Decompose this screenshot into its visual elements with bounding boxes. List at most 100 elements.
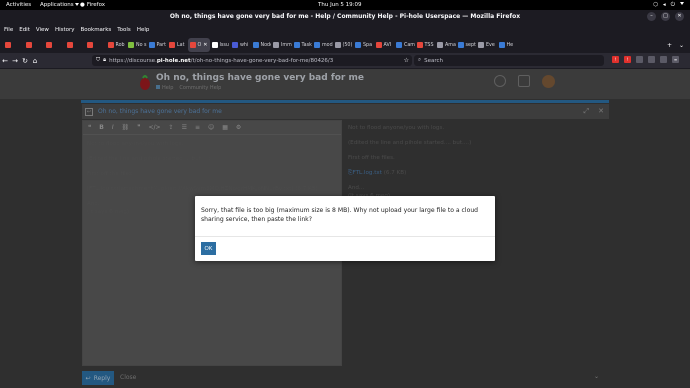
browser-tab[interactable]	[3, 38, 24, 52]
browser-tab[interactable]: Lat	[167, 38, 188, 52]
browser-tab[interactable]: Spa	[353, 38, 374, 52]
applications-menu[interactable]: Applications	[40, 2, 80, 8]
extension-icon[interactable]: !	[624, 56, 631, 63]
favicon-icon	[375, 42, 382, 48]
maximize-button[interactable]: □	[661, 12, 670, 21]
favicon-icon	[5, 42, 11, 48]
url-bar[interactable]: ⛉ 🔒︎ https://discourse.pi-hole.net/t/oh-…	[92, 55, 412, 66]
network-icon: ⬡	[653, 1, 658, 8]
tab-strip: RobNo sPartLatO✕ Issu whiNode Imm Taskmod (50…	[0, 37, 690, 53]
list-all-tabs-icon[interactable]: ⌄	[679, 42, 684, 49]
clock[interactable]: Thu Jun 5 19:09	[318, 2, 362, 8]
browser-tab[interactable]: He	[497, 38, 518, 52]
extension-icon[interactable]: !	[612, 56, 619, 63]
tab-label: sept	[465, 42, 476, 48]
app-name: Firefox	[86, 2, 106, 8]
browser-tab[interactable]: Imm	[271, 38, 292, 52]
dialog-divider	[195, 236, 495, 237]
browser-tab[interactable]	[44, 38, 65, 52]
app-indicator[interactable]: ● Firefox	[80, 2, 105, 8]
shield-icon[interactable]: ⛉	[96, 57, 100, 64]
favicon-icon	[437, 42, 443, 48]
browser-tab[interactable]: O ✕	[187, 38, 210, 52]
browser-tab[interactable]: Node	[251, 38, 271, 52]
menu-help[interactable]: Help	[137, 27, 150, 33]
menu-bookmarks[interactable]: Bookmarks	[81, 27, 112, 33]
menu-file[interactable]: File	[4, 27, 13, 33]
favicon-icon	[252, 42, 259, 48]
browser-tab[interactable]: Cam	[394, 38, 415, 52]
applications-label: Applications	[40, 2, 74, 8]
browser-tab[interactable]	[65, 38, 86, 52]
tab-label: (50)	[342, 42, 353, 48]
menu-view[interactable]: View	[36, 27, 49, 33]
minimize-button[interactable]: –	[647, 12, 656, 21]
close-tab-icon[interactable]: ✕	[203, 42, 207, 48]
back-button[interactable]: ←	[0, 57, 10, 65]
activities-button[interactable]: Activities	[6, 2, 31, 8]
browser-tab[interactable]: whi	[230, 38, 251, 52]
favicon-icon	[314, 42, 320, 48]
forward-button[interactable]: →	[10, 57, 20, 65]
new-tab-icon[interactable]: +	[667, 42, 672, 49]
favicon-icon	[148, 42, 155, 48]
tab-label: Task	[301, 42, 312, 48]
favicon-icon	[498, 42, 505, 48]
browser-tab[interactable]: Rob	[106, 38, 127, 52]
ok-button[interactable]: OK	[201, 242, 216, 255]
browser-tab[interactable]	[85, 38, 106, 52]
favicon-icon	[334, 42, 341, 48]
browser-tab[interactable]: sept	[456, 38, 477, 52]
close-window-button[interactable]: ✕	[675, 12, 684, 21]
menu-history[interactable]: History	[55, 27, 75, 33]
browser-tab[interactable]: No s	[126, 38, 147, 52]
tab-label: Eve	[486, 42, 495, 48]
tab-label: Ama	[445, 42, 456, 48]
browser-tab[interactable]: Ama	[435, 38, 456, 52]
browser-tab[interactable]	[24, 38, 45, 52]
favicon-icon	[211, 42, 218, 48]
hamburger-menu-icon[interactable]: ≡	[672, 56, 679, 63]
tab-label: Issu	[219, 42, 229, 48]
favicon-icon	[87, 42, 93, 48]
tab-label: Spa	[363, 42, 373, 48]
tab-label: AVI	[383, 42, 392, 48]
search-placeholder: Search	[424, 57, 443, 64]
lock-icon[interactable]: 🔒︎	[103, 57, 106, 64]
menu-edit[interactable]: Edit	[19, 27, 30, 33]
tab-label: TSS	[424, 42, 434, 48]
tab-label: whi	[240, 42, 249, 48]
search-input[interactable]: ⌕ Search	[414, 55, 604, 66]
window-title: Oh no, things have gone very bad for me …	[169, 13, 521, 20]
favicon-icon	[457, 42, 464, 48]
navigation-toolbar: ← → ↻ ⌂ ⛉ 🔒︎ https://discourse.pi-hole.n…	[0, 53, 690, 68]
favicon-icon	[416, 42, 423, 48]
firefox-icon: ●	[80, 2, 85, 8]
extension-icon[interactable]	[636, 56, 643, 63]
favicon-icon	[478, 42, 484, 48]
menu-tools[interactable]: Tools	[117, 27, 131, 33]
bookmark-star-icon[interactable]: ☆	[404, 57, 412, 64]
favicon-icon	[66, 42, 73, 48]
browser-tab[interactable]: Task	[292, 38, 313, 52]
browser-tab[interactable]: Eve	[476, 38, 497, 52]
browser-tab[interactable]: Part	[147, 38, 168, 52]
menu-bar: File Edit View History Bookmarks Tools H…	[0, 24, 690, 36]
favicon-icon	[355, 42, 361, 48]
favicon-icon	[46, 42, 52, 48]
browser-tab[interactable]: Issu	[210, 38, 231, 52]
reload-button[interactable]: ↻	[20, 57, 30, 65]
gnome-top-bar: Activities Applications ● Firefox Thu Jun…	[0, 0, 690, 10]
extension-icon[interactable]	[648, 56, 655, 63]
favicon-icon	[25, 42, 32, 48]
browser-tab[interactable]: AVI	[374, 38, 395, 52]
home-button[interactable]: ⌂	[30, 57, 40, 65]
favicon-icon	[273, 42, 279, 48]
extension-icon[interactable]	[660, 56, 667, 63]
system-tray[interactable]: ⬡ ◂ ⏻	[653, 1, 684, 9]
tab-label: Imm	[281, 42, 292, 48]
search-icon: ⌕	[418, 57, 422, 63]
browser-tab[interactable]: mod	[312, 38, 333, 52]
browser-tab[interactable]: (50)	[333, 38, 354, 52]
browser-tab[interactable]: TSS	[415, 38, 436, 52]
